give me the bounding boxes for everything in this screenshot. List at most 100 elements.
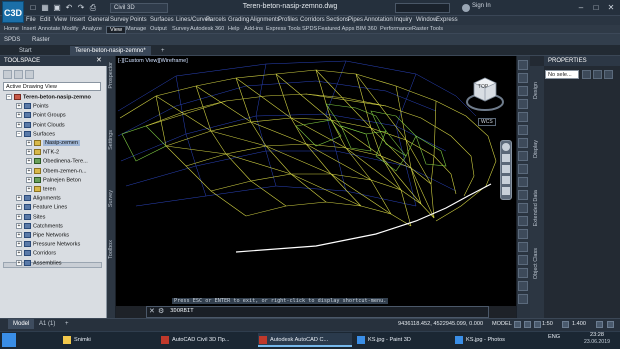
orbit-icon[interactable] bbox=[502, 176, 510, 184]
menu-item[interactable]: Annotation bbox=[364, 17, 393, 23]
snap-icon[interactable] bbox=[524, 321, 531, 328]
tool-strip-icon[interactable] bbox=[518, 281, 528, 291]
command-line[interactable] bbox=[146, 306, 489, 318]
tree-item[interactable]: + Pipe Networks bbox=[16, 232, 69, 238]
expand-icon[interactable]: + bbox=[26, 140, 32, 146]
menu-item[interactable]: Edit bbox=[40, 17, 50, 23]
model-space-toggle[interactable]: MODEL bbox=[492, 321, 512, 327]
tool-strip-icon[interactable] bbox=[518, 268, 528, 278]
pickadd-icon[interactable] bbox=[604, 70, 613, 79]
expand-icon[interactable]: + bbox=[26, 149, 32, 156]
expand-icon[interactable]: + bbox=[26, 158, 32, 165]
pan-icon[interactable] bbox=[502, 154, 510, 162]
redo-icon[interactable]: ↷ bbox=[76, 3, 86, 13]
select-objects-icon[interactable] bbox=[593, 70, 602, 79]
annotation-scale[interactable]: 1:50 bbox=[542, 321, 553, 327]
minimize-button[interactable]: – bbox=[574, 2, 588, 14]
ribbon-tab[interactable]: Insert bbox=[22, 26, 36, 32]
tree-item[interactable]: + Point Groups bbox=[16, 112, 66, 119]
new-icon[interactable]: □ bbox=[28, 3, 38, 13]
layout-tab[interactable]: + bbox=[60, 319, 74, 329]
clock-date[interactable]: 23.06.2019 bbox=[584, 339, 610, 345]
expand-icon[interactable]: + bbox=[16, 103, 22, 110]
tool-strip-icon[interactable] bbox=[518, 216, 528, 226]
expand-icon[interactable]: + bbox=[16, 241, 22, 248]
expand-icon[interactable]: + bbox=[16, 204, 22, 211]
ribbon-tab[interactable]: Survey bbox=[172, 26, 189, 32]
new-tab-button[interactable]: + bbox=[156, 46, 170, 56]
toolspace-view-dropdown[interactable]: Active Drawing View bbox=[3, 82, 101, 91]
ribbon-tab[interactable]: Annotate bbox=[38, 26, 60, 32]
expand-icon[interactable]: + bbox=[26, 186, 32, 192]
menu-item[interactable]: Insert bbox=[70, 17, 85, 23]
wcs-menu[interactable]: WCS bbox=[478, 118, 496, 126]
file-tab[interactable]: Start bbox=[14, 46, 37, 56]
undo-icon[interactable]: ↶ bbox=[64, 3, 74, 13]
annotation-value[interactable]: 1.400 bbox=[572, 321, 586, 327]
tree-item[interactable]: + Obedinena-Tere... bbox=[26, 158, 88, 165]
quick-select-icon[interactable] bbox=[582, 70, 591, 79]
command-input[interactable]: 3DORBIT bbox=[170, 308, 194, 314]
tree-item[interactable]: + Feature Lines bbox=[16, 204, 67, 211]
tool-strip-icon[interactable] bbox=[518, 73, 528, 83]
search-input[interactable] bbox=[395, 3, 450, 13]
tool-strip-icon[interactable] bbox=[518, 151, 528, 161]
ribbon-tab[interactable]: Analyze bbox=[82, 26, 102, 32]
ribbon-tab[interactable]: Manage bbox=[126, 26, 146, 32]
selection-dropdown[interactable]: No sele... bbox=[545, 70, 579, 79]
tree-item[interactable]: + teren bbox=[26, 186, 56, 192]
clock-time[interactable]: 23:28 bbox=[590, 332, 604, 338]
taskbar-item[interactable]: Snimki bbox=[62, 333, 156, 347]
tool-strip-icon[interactable] bbox=[518, 125, 528, 135]
tree-item[interactable]: + Assemblies bbox=[16, 259, 62, 266]
menu-item[interactable]: Points bbox=[130, 17, 147, 23]
menu-item[interactable]: Sections bbox=[326, 17, 349, 23]
tool-strip-icon[interactable] bbox=[518, 255, 528, 265]
close-button[interactable]: ✕ bbox=[604, 2, 618, 14]
sign-in-button[interactable]: Sign In bbox=[472, 3, 491, 9]
properties-side-tab[interactable]: Object Class bbox=[533, 248, 539, 279]
expand-icon[interactable]: + bbox=[16, 112, 22, 119]
expand-icon[interactable]: + bbox=[16, 232, 22, 238]
taskbar-item[interactable]: KS.jpg - Photos bbox=[454, 333, 548, 347]
taskbar-item[interactable]: KS.jpg - Paint 3D bbox=[356, 333, 450, 347]
expand-icon[interactable]: + bbox=[16, 250, 22, 257]
save-icon[interactable]: ▣ bbox=[52, 3, 62, 13]
ortho-icon[interactable] bbox=[534, 321, 541, 328]
menu-item[interactable]: Survey bbox=[110, 17, 129, 23]
tree-item[interactable]: + Point Clouds bbox=[16, 121, 65, 128]
expand-icon[interactable]: + bbox=[16, 222, 22, 229]
toolspace-side-tab[interactable]: Toolbox bbox=[108, 240, 114, 259]
toolspace-tool-icon[interactable] bbox=[25, 70, 34, 79]
menu-item[interactable]: File bbox=[26, 17, 36, 23]
menu-item[interactable]: Parcels bbox=[206, 17, 226, 23]
print-icon[interactable]: ⎙ bbox=[88, 3, 98, 13]
ribbon-tab[interactable]: BIM 360 bbox=[356, 26, 377, 32]
tree-item[interactable]: + Points bbox=[16, 103, 49, 110]
customization-icon[interactable] bbox=[607, 321, 614, 328]
tree-item[interactable]: − Teren-beton-nasip-zemno bbox=[6, 94, 91, 100]
menu-item[interactable]: Surfaces bbox=[150, 17, 174, 23]
ribbon-tab[interactable]: Output bbox=[150, 26, 167, 32]
taskbar-item[interactable]: Autodesk AutoCAD C... bbox=[258, 333, 352, 347]
tool-strip-icon[interactable] bbox=[518, 190, 528, 200]
tool-strip-icon[interactable] bbox=[518, 138, 528, 148]
tool-strip-icon[interactable] bbox=[518, 99, 528, 109]
properties-side-tab[interactable]: Design bbox=[533, 82, 539, 99]
menu-item[interactable]: Window bbox=[416, 17, 437, 23]
ribbon-tab[interactable]: Add-ins bbox=[244, 26, 263, 32]
zoom-icon[interactable] bbox=[502, 165, 510, 173]
menu-item[interactable]: Grading bbox=[228, 17, 249, 23]
tree-item[interactable]: + Nasip-zemen bbox=[26, 140, 80, 147]
language-indicator[interactable]: ENG bbox=[548, 334, 560, 340]
tool-strip-icon[interactable] bbox=[518, 242, 528, 252]
command-close-icon[interactable]: ✕ bbox=[149, 307, 155, 315]
tree-item[interactable]: + Pressure Networks bbox=[16, 241, 80, 248]
tree-item[interactable]: + Palnejen Beton bbox=[26, 176, 81, 183]
ribbon-tab[interactable]: Raster bbox=[32, 37, 50, 43]
tree-item[interactable]: + Corridors bbox=[16, 250, 56, 257]
windows-start-icon[interactable] bbox=[2, 333, 16, 347]
tree-item[interactable]: + Sites bbox=[16, 213, 45, 220]
viewport-controls-label[interactable]: [-][Custom View][Wireframe] bbox=[118, 58, 188, 64]
menu-item[interactable]: Inquiry bbox=[394, 17, 412, 23]
